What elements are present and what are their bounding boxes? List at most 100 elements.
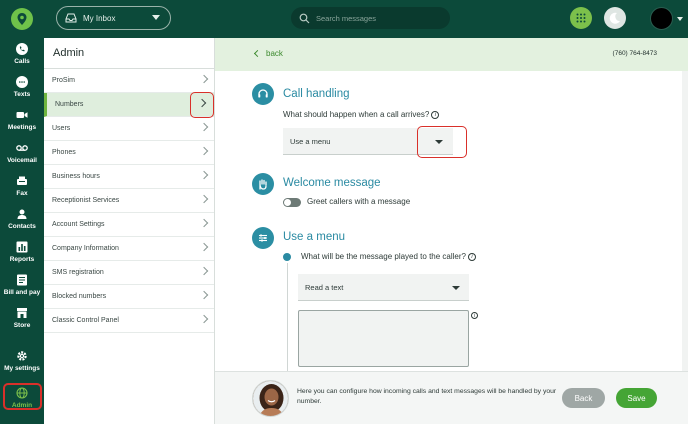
question-text: What will be the message played to the c… bbox=[301, 252, 466, 261]
sliders-icon bbox=[252, 227, 274, 249]
select-value: Use a menu bbox=[290, 136, 331, 146]
admin-item-classic-control-panel[interactable]: Classic Control Panel bbox=[44, 309, 214, 333]
moon-icon bbox=[609, 12, 620, 24]
admin-item-company-information[interactable]: Company Information bbox=[44, 237, 214, 261]
admin-item-label: Phones bbox=[52, 149, 76, 156]
chevron-right-icon bbox=[199, 122, 209, 132]
admin-item-label: Receptionist Services bbox=[52, 197, 120, 204]
dialpad-icon bbox=[576, 13, 586, 23]
chevron-down-icon[interactable] bbox=[677, 17, 683, 21]
bill-icon bbox=[17, 274, 27, 286]
admin-item-prosim[interactable]: ProSim bbox=[44, 69, 214, 93]
menu-message-question: What will be the message played to the c… bbox=[301, 252, 476, 261]
chart-icon bbox=[16, 241, 28, 253]
assistant-avatar bbox=[252, 380, 289, 417]
admin-item-label: Account Settings bbox=[52, 221, 105, 228]
logo[interactable] bbox=[11, 8, 33, 30]
select-value: Read a text bbox=[305, 282, 344, 292]
avatar[interactable] bbox=[650, 7, 673, 30]
settings-form: Call handling What should happen when a … bbox=[215, 71, 688, 371]
nav-label: Calls bbox=[14, 58, 30, 65]
admin-item-label: Blocked numbers bbox=[52, 293, 107, 300]
nav-item-reports[interactable]: Reports bbox=[0, 241, 44, 263]
nav-label: Store bbox=[13, 322, 31, 329]
back-link[interactable]: back bbox=[253, 49, 283, 58]
nav-label: Texts bbox=[13, 91, 31, 98]
admin-item-label: Numbers bbox=[55, 101, 84, 108]
call-handling-question: What should happen when a call arrives? i bbox=[283, 110, 440, 119]
dialpad-button[interactable] bbox=[570, 7, 592, 29]
main-content: back (760) 764-8473 Call handling What s… bbox=[215, 38, 688, 424]
inbox-label: My Inbox bbox=[83, 13, 116, 23]
nav-label: Fax bbox=[16, 190, 28, 197]
admin-item-label: Users bbox=[52, 125, 71, 132]
call-handling-title: Call handling bbox=[283, 88, 350, 100]
info-icon[interactable]: i bbox=[431, 110, 440, 119]
phone-icon bbox=[16, 43, 28, 55]
nav-item-texts[interactable]: Texts bbox=[0, 76, 44, 98]
nav-item-store[interactable]: Store bbox=[0, 307, 44, 329]
info-icon[interactable]: i bbox=[467, 252, 476, 261]
admin-item-users[interactable]: Users bbox=[44, 117, 214, 141]
admin-item-label: SMS registration bbox=[52, 269, 104, 276]
message-text-area[interactable] bbox=[298, 310, 469, 367]
scrollbar[interactable] bbox=[682, 71, 688, 371]
search-bar[interactable] bbox=[291, 7, 450, 29]
chevron-right-icon bbox=[199, 218, 209, 228]
info-icon[interactable]: i bbox=[471, 312, 478, 319]
admin-item-sms-registration[interactable]: SMS registration bbox=[44, 261, 214, 285]
nav-item-my-settings[interactable]: My settings bbox=[0, 350, 44, 372]
dark-mode-button[interactable] bbox=[604, 7, 626, 29]
greet-callers-toggle[interactable] bbox=[283, 198, 301, 207]
message-type-select[interactable]: Read a text bbox=[298, 274, 469, 301]
nav-item-bill-and-pay[interactable]: Bill and pay bbox=[0, 274, 44, 296]
nav-item-contacts[interactable]: Contacts bbox=[0, 208, 44, 230]
admin-item-phones[interactable]: Phones bbox=[44, 141, 214, 165]
step-dot bbox=[283, 253, 291, 261]
search-input[interactable] bbox=[316, 13, 436, 23]
admin-item-receptionist-services[interactable]: Receptionist Services bbox=[44, 189, 214, 213]
chevron-left-icon bbox=[253, 49, 262, 58]
footer-bar: Here you can configure how incoming call… bbox=[215, 371, 688, 424]
back-link-label: back bbox=[266, 49, 283, 58]
contacts-icon bbox=[17, 209, 27, 219]
question-text: What should happen when a call arrives? bbox=[283, 110, 430, 119]
save-button[interactable]: Save bbox=[616, 388, 657, 408]
step-line bbox=[287, 263, 288, 371]
chevron-right-icon bbox=[199, 290, 209, 300]
nav-item-fax[interactable]: Fax bbox=[0, 175, 44, 197]
nav-label: Voicemail bbox=[7, 157, 37, 164]
admin-item-blocked-numbers[interactable]: Blocked numbers bbox=[44, 285, 214, 309]
greet-callers-label: Greet callers with a message bbox=[307, 197, 411, 206]
admin-item-account-settings[interactable]: Account Settings bbox=[44, 213, 214, 237]
chevron-right-icon bbox=[199, 266, 209, 276]
help-text: Here you can configure how incoming call… bbox=[297, 388, 557, 405]
admin-item-label: Business hours bbox=[52, 173, 100, 180]
chevron-right-icon bbox=[199, 74, 209, 84]
chevron-down-icon[interactable] bbox=[452, 286, 460, 290]
chat-icon bbox=[16, 76, 28, 88]
nav-item-voicemail[interactable]: Voicemail bbox=[0, 142, 44, 164]
admin-item-label: ProSim bbox=[52, 77, 75, 84]
nav-item-meetings[interactable]: Meetings bbox=[0, 109, 44, 131]
admin-item-numbers[interactable]: Numbers bbox=[44, 93, 214, 117]
nav-label: Bill and pay bbox=[3, 289, 41, 296]
back-bar: back (760) 764-8473 bbox=[215, 38, 688, 71]
back-button[interactable]: Back bbox=[562, 388, 605, 408]
dropdown-highlight-box bbox=[417, 126, 467, 158]
numbers-highlight-box bbox=[190, 92, 214, 118]
nav-label: Reports bbox=[9, 256, 35, 263]
inbox-selector[interactable]: My Inbox bbox=[56, 6, 171, 30]
chevron-right-icon bbox=[199, 170, 209, 180]
admin-item-business-hours[interactable]: Business hours bbox=[44, 165, 214, 189]
nav-item-calls[interactable]: Calls bbox=[0, 43, 44, 65]
search-icon bbox=[299, 13, 310, 23]
admin-highlight-box bbox=[3, 383, 42, 410]
location-pin-icon bbox=[17, 13, 27, 25]
admin-item-label: Company Information bbox=[52, 245, 119, 252]
chevron-right-icon bbox=[199, 146, 209, 156]
gear-icon bbox=[17, 351, 27, 361]
headset-icon bbox=[252, 83, 274, 105]
video-icon bbox=[16, 112, 28, 118]
store-icon bbox=[17, 308, 27, 318]
